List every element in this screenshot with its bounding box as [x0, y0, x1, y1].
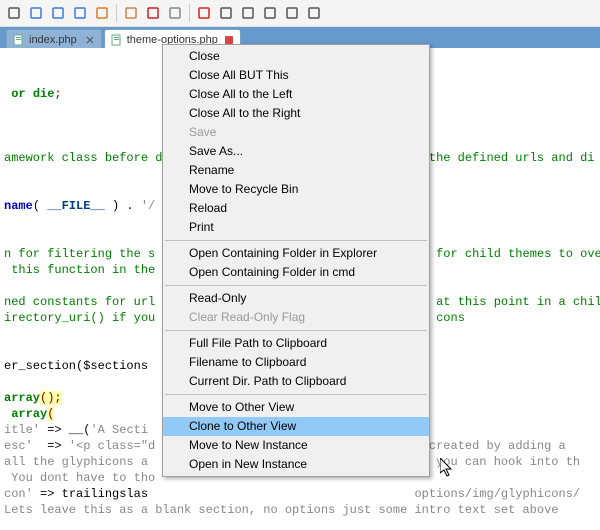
record-a-icon[interactable]	[143, 3, 163, 23]
ctx-open-inst[interactable]: Open in New Instance	[163, 455, 429, 474]
unsaved-icon	[224, 35, 234, 45]
step-icon[interactable]	[260, 3, 280, 23]
mouse-cursor-icon	[440, 458, 456, 478]
php-file-icon	[13, 34, 25, 46]
ctx-close[interactable]: Close	[163, 47, 429, 66]
clipboard-icon[interactable]	[121, 3, 141, 23]
ctx-filename[interactable]: Filename to Clipboard	[163, 353, 429, 372]
tab-context-menu: CloseClose All BUT ThisClose All to the …	[162, 44, 430, 477]
eye-icon[interactable]	[165, 3, 185, 23]
tab-label: index.php	[29, 34, 77, 46]
indent-right-icon[interactable]	[48, 3, 68, 23]
ctx-close-left[interactable]: Close All to the Left	[163, 85, 429, 104]
ctx-rename[interactable]: Rename	[163, 161, 429, 180]
ctx-readonly[interactable]: Read-Only	[163, 289, 429, 308]
tab-index[interactable]: index.php	[6, 29, 102, 49]
record-icon[interactable]	[194, 3, 214, 23]
paragraph-icon[interactable]	[70, 3, 90, 23]
menu-separator	[165, 330, 427, 331]
indent-left-icon[interactable]	[26, 3, 46, 23]
ctx-clone-view[interactable]: Clone to Other View	[163, 417, 429, 436]
code-line: Lets leave this as a blank section, no o…	[4, 502, 596, 518]
save-macro-icon[interactable]	[304, 3, 324, 23]
close-icon[interactable]	[85, 35, 95, 45]
fastfwd-icon[interactable]	[282, 3, 302, 23]
php-file-icon	[111, 34, 123, 46]
menu-separator	[165, 240, 427, 241]
play-icon[interactable]	[238, 3, 258, 23]
ctx-print[interactable]: Print	[163, 218, 429, 237]
ctx-move-view[interactable]: Move to Other View	[163, 398, 429, 417]
code-line: con' => trailingslas options/img/glyphic…	[4, 486, 596, 502]
ctx-explorer[interactable]: Open Containing Folder in Explorer	[163, 244, 429, 263]
wrap-icon[interactable]	[92, 3, 112, 23]
menu-separator	[165, 285, 427, 286]
ctx-close-all-but[interactable]: Close All BUT This	[163, 66, 429, 85]
menu-separator	[165, 394, 427, 395]
ctx-dirpath[interactable]: Current Dir. Path to Clipboard	[163, 372, 429, 391]
ctx-move-inst[interactable]: Move to New Instance	[163, 436, 429, 455]
ctx-save: Save	[163, 123, 429, 142]
ctx-save-as[interactable]: Save As...	[163, 142, 429, 161]
toolbar-separator	[116, 4, 117, 22]
toolbar-separator	[189, 4, 190, 22]
stop-icon[interactable]	[216, 3, 236, 23]
ctx-reload[interactable]: Reload	[163, 199, 429, 218]
ctx-clear-readonly: Clear Read-Only Flag	[163, 308, 429, 327]
ctx-close-right[interactable]: Close All to the Right	[163, 104, 429, 123]
ctx-cmd[interactable]: Open Containing Folder in cmd	[163, 263, 429, 282]
ctx-fullpath[interactable]: Full File Path to Clipboard	[163, 334, 429, 353]
list-icon[interactable]	[4, 3, 24, 23]
ctx-recycle[interactable]: Move to Recycle Bin	[163, 180, 429, 199]
toolbar	[0, 0, 600, 27]
